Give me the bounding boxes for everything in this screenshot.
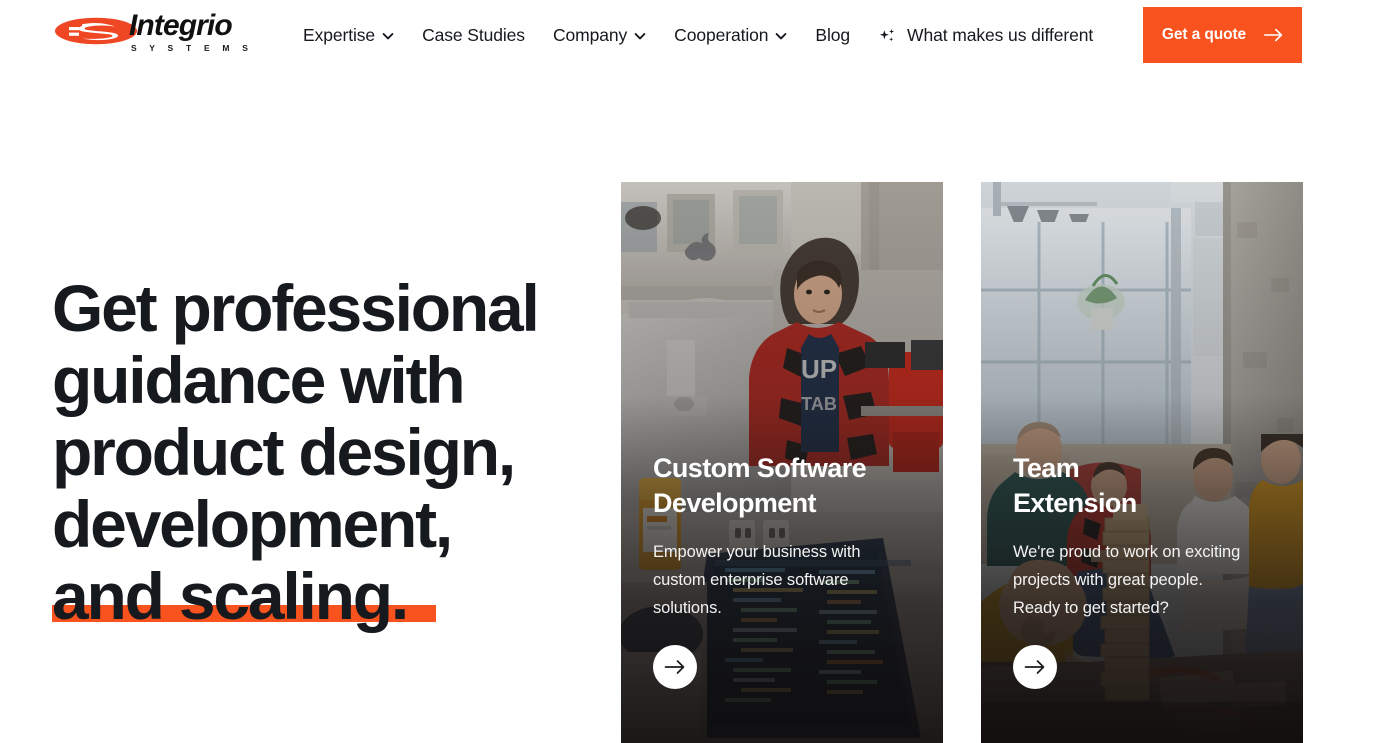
headline-line-5: and scaling. [52, 560, 592, 632]
nav-label: Company [552, 25, 628, 45]
service-cards: UP TAB [621, 182, 1303, 743]
nav-item-company[interactable]: Company [553, 19, 646, 51]
logo-tagline: S Y S T E M S [131, 43, 254, 53]
arrow-right-icon [664, 659, 686, 675]
nav-label: What makes us different [907, 25, 1094, 45]
card-arrow-button[interactable] [653, 645, 697, 689]
card-description-line-3: solutions. [653, 599, 722, 617]
card-description-line-1: We're proud to work on exciting [1013, 543, 1241, 561]
chevron-down-icon [775, 30, 787, 42]
headline-line-1: Get professional [52, 271, 540, 345]
card-description-line-1: Empower your business with [653, 543, 861, 561]
integrio-is-monogram-icon [55, 16, 137, 46]
primary-navigation: Expertise Case Studies Company Cooperati… [303, 0, 1093, 70]
card-description-line-2: custom enterprise software [653, 571, 849, 589]
card-title-line-1: Custom Software [653, 453, 867, 483]
nav-item-cooperation[interactable]: Cooperation [674, 19, 787, 51]
card-title-line-2: Development [653, 488, 817, 518]
card-content: Team Extension We're proud to work on ex… [1013, 451, 1281, 743]
card-description: We're proud to work on exciting projects… [1013, 538, 1281, 622]
card-title-line-1: Team [1013, 453, 1080, 483]
nav-item-what-makes-us-different[interactable]: What makes us different [878, 19, 1093, 51]
nav-label: Cooperation [674, 25, 769, 45]
logo-brand-name: Integrio [129, 9, 233, 42]
headline-line-5-text: and scaling. [52, 559, 409, 633]
cta-label: Get a quote [1161, 26, 1247, 43]
nav-item-blog[interactable]: Blog [815, 19, 850, 51]
arrow-right-icon [1024, 659, 1046, 675]
nav-label: Blog [815, 25, 851, 45]
card-custom-software-development[interactable]: UP TAB [621, 182, 943, 743]
card-team-extension[interactable]: Team Extension We're proud to work on ex… [981, 182, 1303, 743]
chevron-down-icon [634, 30, 646, 42]
sparkles-icon [878, 27, 897, 46]
headline-line-2: guidance with [52, 343, 466, 417]
headline-line-3: product design, [52, 415, 516, 489]
nav-item-case-studies[interactable]: Case Studies [422, 19, 525, 51]
nav-item-expertise[interactable]: Expertise [303, 19, 394, 51]
hero-section: Get professional guidance with product d… [52, 272, 592, 632]
card-description-line-2: projects with great people. [1013, 571, 1203, 589]
card-description: Empower your business with custom enterp… [653, 538, 921, 622]
card-description-line-3: Ready to get started? [1013, 599, 1169, 617]
card-content: Custom Software Development Empower your… [653, 451, 921, 743]
nav-label: Case Studies [422, 25, 525, 45]
site-logo[interactable]: Integrio S Y S T E M S [55, 8, 250, 56]
card-title: Custom Software Development [653, 451, 921, 521]
logo-wordmark: Integrio S Y S T E M S [129, 10, 254, 54]
card-title: Team Extension [1013, 451, 1281, 521]
get-a-quote-button[interactable]: Get a quote [1143, 7, 1302, 63]
site-header: Integrio S Y S T E M S Expertise Case St… [0, 0, 1374, 70]
card-arrow-button[interactable] [1013, 645, 1057, 689]
hero-headline: Get professional guidance with product d… [52, 272, 592, 632]
arrow-right-icon [1264, 28, 1283, 42]
nav-label: Expertise [303, 25, 376, 45]
page-root: Integrio S Y S T E M S Expertise Case St… [0, 0, 1374, 743]
headline-line-4: development, [52, 487, 453, 561]
chevron-down-icon [382, 30, 394, 42]
card-title-line-2: Extension [1013, 488, 1137, 518]
